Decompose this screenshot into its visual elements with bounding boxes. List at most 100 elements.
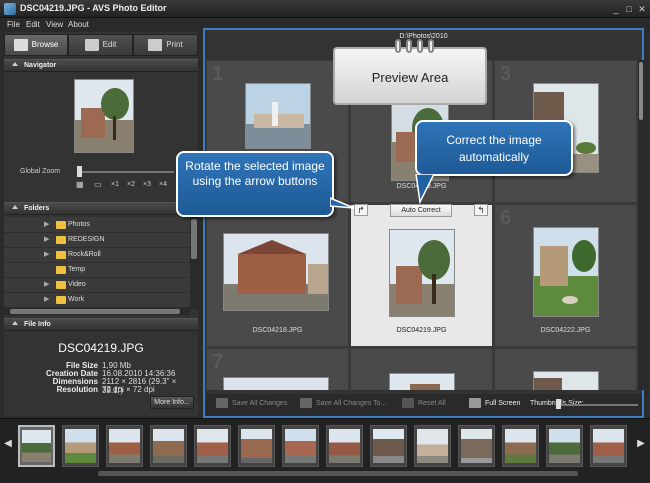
thumbnail-cell[interactable] xyxy=(350,348,493,390)
folder-icon xyxy=(56,266,66,274)
global-zoom-label: Global Zoom xyxy=(20,168,61,175)
more-info-button[interactable]: More Info... xyxy=(150,396,194,409)
thumbnail-cell[interactable] xyxy=(494,348,637,390)
rotate-left-button[interactable]: ↱ xyxy=(354,204,368,216)
pin-icon xyxy=(395,39,401,53)
folder-icon xyxy=(56,221,66,229)
thumbnail-photo xyxy=(389,373,455,390)
filmstrip-thumbnail[interactable] xyxy=(370,425,407,467)
tab-edit[interactable]: Edit xyxy=(68,34,133,56)
close-button[interactable]: ✕ xyxy=(636,3,648,15)
edit-icon xyxy=(84,38,99,51)
expand-icon: ▶ xyxy=(44,221,50,228)
zoom-x3[interactable]: ×3 xyxy=(143,181,151,188)
menu-edit[interactable]: Edit xyxy=(26,20,40,29)
filmstrip-thumbnail[interactable] xyxy=(62,425,99,467)
app-logo-icon xyxy=(4,3,16,15)
navigator-preview[interactable] xyxy=(74,79,134,153)
thumbnail-cell[interactable]: DSC04218.JPG xyxy=(206,204,349,347)
folder-icon xyxy=(56,281,66,289)
full-screen-button[interactable]: Full Screen xyxy=(485,400,520,407)
pin-icon xyxy=(406,39,412,53)
navigator-header[interactable]: Navigator xyxy=(4,59,198,72)
filmstrip-thumbnail[interactable] xyxy=(502,425,539,467)
rotate-callout: Rotate the selected image using the arro… xyxy=(176,151,334,217)
folder-item[interactable]: Temp xyxy=(4,263,190,278)
filmstrip-thumbnail[interactable] xyxy=(590,425,627,467)
filmstrip-thumbnail[interactable] xyxy=(106,425,143,467)
folders-scroll-thumb[interactable] xyxy=(191,219,197,259)
folders-header[interactable]: Folders xyxy=(4,202,198,215)
collapse-icon xyxy=(12,321,18,325)
zoom-slider-handle[interactable] xyxy=(77,166,82,177)
zoom-x1[interactable]: ×1 xyxy=(111,181,119,188)
filmstrip-left-arrow[interactable]: ◀ xyxy=(3,438,13,449)
print-icon xyxy=(148,38,163,51)
grid-scroll-thumb[interactable] xyxy=(639,62,643,120)
autocorrect-callout-pointer xyxy=(415,174,435,204)
folder-item[interactable]: ▶ Rock&Roll xyxy=(4,248,190,263)
folder-item[interactable]: ▶ REDESIGN xyxy=(4,233,190,248)
thumbnail-cell[interactable]: 7 xyxy=(206,348,349,390)
zoom-x4[interactable]: ×4 xyxy=(159,181,167,188)
file-info-header[interactable]: File Info xyxy=(4,318,198,331)
thumbnail-photo xyxy=(533,227,599,317)
filmstrip-thumbnail[interactable] xyxy=(546,425,583,467)
save-all-changes-to-button[interactable]: Save All Changes To... xyxy=(316,400,386,407)
filmstrip-thumbnail[interactable] xyxy=(150,425,187,467)
filmstrip-thumbnail[interactable] xyxy=(238,425,275,467)
filmstrip-thumbnail-selected[interactable] xyxy=(18,425,55,467)
tab-print[interactable]: Print xyxy=(133,34,198,56)
filmstrip-thumbnail[interactable] xyxy=(282,425,319,467)
filmstrip-thumbnail[interactable] xyxy=(326,425,363,467)
filmstrip-scrollbar[interactable] xyxy=(98,471,578,476)
thumbnails-size-slider[interactable] xyxy=(558,404,638,406)
collapse-icon xyxy=(12,62,18,66)
expand-icon: ▶ xyxy=(44,236,50,243)
grid-view-icon[interactable]: ▦ xyxy=(76,180,84,189)
filmstrip-right-arrow[interactable]: ▶ xyxy=(636,438,646,449)
auto-correct-button[interactable]: Auto Correct xyxy=(390,204,452,217)
full-screen-icon xyxy=(469,398,481,408)
thumbnail-photo xyxy=(223,377,329,390)
folder-icon xyxy=(56,251,66,259)
pin-icon xyxy=(428,39,434,53)
expand-icon: ▶ xyxy=(44,251,50,258)
thumbnail-cell-selected[interactable]: DSC04219.JPG xyxy=(350,204,493,347)
save-as-icon xyxy=(300,398,312,408)
preview-area-label: Preview Area xyxy=(333,47,487,105)
filmstrip-thumbnail[interactable] xyxy=(194,425,231,467)
menu-file[interactable]: File xyxy=(7,20,20,29)
folders-hscroll-thumb[interactable] xyxy=(10,309,180,314)
folder-item[interactable]: ▶ Work xyxy=(4,293,190,308)
menu-view[interactable]: View xyxy=(46,20,63,29)
filmstrip-thumbnail[interactable] xyxy=(414,425,451,467)
tab-browse[interactable]: Browse xyxy=(4,34,68,56)
folder-icon xyxy=(56,296,66,304)
rotate-right-button[interactable]: ↰ xyxy=(474,204,488,216)
maximize-button[interactable]: □ xyxy=(623,3,635,15)
pin-icon xyxy=(417,39,423,53)
fit-view-icon[interactable]: ▭ xyxy=(94,180,102,189)
thumbnail-photo xyxy=(223,233,329,311)
folder-path: D:\Photos\2010 xyxy=(399,33,448,40)
zoom-x2[interactable]: ×2 xyxy=(127,181,135,188)
expand-icon: ▶ xyxy=(44,281,50,288)
thumbnail-photo xyxy=(245,83,311,149)
reset-all-button[interactable]: Reset All xyxy=(418,400,446,407)
file-name: DSC04219.JPG xyxy=(58,341,144,355)
navigator-photo xyxy=(75,80,133,152)
thumbnail-photo xyxy=(533,371,599,390)
save-icon xyxy=(216,398,228,408)
thumbnails-size-handle[interactable] xyxy=(556,399,561,409)
save-all-changes-button[interactable]: Save All Changes xyxy=(232,400,287,407)
thumbnail-photo xyxy=(389,229,455,317)
collapse-icon xyxy=(12,205,18,209)
minimize-button[interactable]: _ xyxy=(610,3,622,15)
thumbnail-cell[interactable]: 6 DSC04222.JPG xyxy=(494,204,637,347)
menu-about[interactable]: About xyxy=(68,20,89,29)
folder-item[interactable]: ▶ Photos xyxy=(4,218,190,233)
filmstrip-thumbnail[interactable] xyxy=(458,425,495,467)
zoom-slider-track[interactable] xyxy=(80,171,174,173)
folder-item[interactable]: ▶ Video xyxy=(4,278,190,293)
